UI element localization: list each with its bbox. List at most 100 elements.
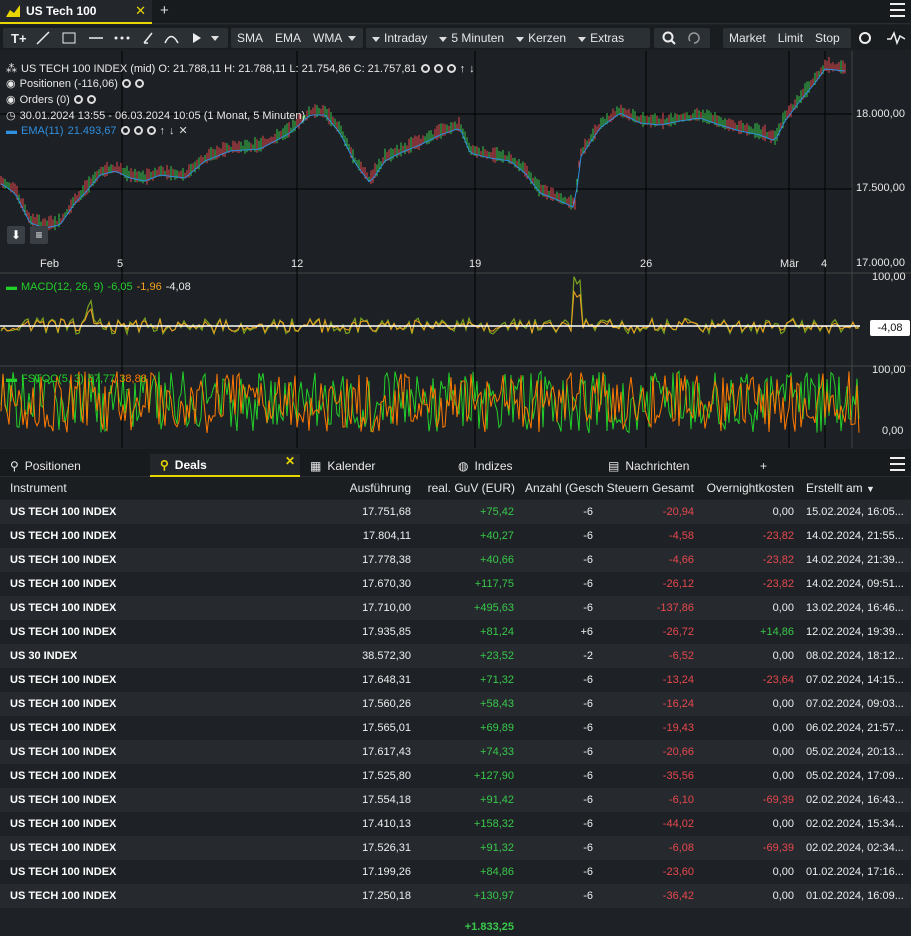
curve-tool-icon xyxy=(164,35,179,44)
created-at-cell: 08.02.2024, 18:12... xyxy=(806,650,904,662)
overnight-cost-cell: 0,00 xyxy=(772,698,794,710)
settings-icon[interactable] xyxy=(134,79,144,88)
table-row[interactable]: US TECH 100 INDEX 17.751,68 +75,42 -6 -20,94… xyxy=(0,500,911,524)
tax-cell: -19,43 xyxy=(662,722,694,734)
table-row[interactable]: US TECH 100 INDEX 17.648,31 +71,32 -6 -13,24… xyxy=(0,668,911,692)
created-at-cell: 13.02.2024, 16:46... xyxy=(806,602,904,614)
tab-indizes[interactable]: ◍ Indizes xyxy=(448,454,598,477)
col-overnight[interactable]: Overnightkosten xyxy=(707,481,794,495)
macd-label: MACD(12, 26, 9) xyxy=(21,281,104,293)
arrow-down-icon[interactable]: ↓ xyxy=(469,63,475,75)
close-icon[interactable]: ✕ xyxy=(179,124,188,137)
table-row[interactable]: US TECH 100 INDEX 17.560,26 +58,43 -6 -16,24… xyxy=(0,692,911,716)
table-row[interactable]: US TECH 100 INDEX 17.199,26 +84,86 -6 -23,60… xyxy=(0,860,911,884)
tax-cell: -44,02 xyxy=(662,818,694,830)
quantity-cell: -6 xyxy=(583,530,593,542)
tab-bar: US Tech 100 ✕ + xyxy=(0,0,911,24)
table-row[interactable]: US TECH 100 INDEX 17.804,11 +40,27 -6 -4,58 -… xyxy=(0,524,911,548)
quantity-cell: -6 xyxy=(583,746,593,758)
col-ausfuehrung[interactable]: Ausführung xyxy=(350,481,411,495)
tab-deals[interactable]: ⚲ Deals ✕ xyxy=(150,454,300,477)
extras-select[interactable]: Extras xyxy=(572,31,630,45)
tab-nachrichten[interactable]: ▤ Nachrichten xyxy=(598,454,748,477)
col-instrument[interactable]: Instrument xyxy=(10,481,67,495)
col-steuern[interactable]: Steuern Gesamt xyxy=(607,481,694,495)
market-order-button[interactable]: Market xyxy=(723,31,772,45)
tab-positionen[interactable]: ⚲ Positionen xyxy=(0,454,148,477)
tax-cell: -26,12 xyxy=(662,578,694,590)
eye-icon[interactable] xyxy=(73,95,83,104)
menu-icon[interactable] xyxy=(890,3,905,17)
link-icon[interactable] xyxy=(133,126,143,135)
eye-icon[interactable] xyxy=(420,64,430,73)
instrument-cell: US TECH 100 INDEX xyxy=(10,890,117,902)
tab-label: Positionen xyxy=(24,458,81,473)
eye-icon[interactable] xyxy=(120,126,130,135)
execution-price-cell: 17.410,13 xyxy=(362,818,411,830)
download-icon[interactable]: ⬇ xyxy=(7,226,25,244)
instrument-cell: US TECH 100 INDEX xyxy=(10,554,117,566)
ema-button[interactable]: EMA xyxy=(269,31,307,45)
table-row[interactable]: US TECH 100 INDEX 17.778,38 +40,66 -6 -4,66 -… xyxy=(0,548,911,572)
layers-icon[interactable]: ≡ xyxy=(30,226,48,244)
table-row[interactable]: US TECH 100 INDEX 17.935,85 +81,24 +6 -26,72… xyxy=(0,620,911,644)
arrow-up-icon[interactable]: ↑ xyxy=(160,125,166,137)
add-panel-tab-button[interactable]: + xyxy=(750,454,780,477)
execution-price-cell: 17.648,31 xyxy=(362,674,411,686)
fstoc-k-value: 57,77 xyxy=(87,373,116,385)
table-row[interactable]: US TECH 100 INDEX 17.526,31 +91,32 -6 -6,08 -… xyxy=(0,836,911,860)
sma-button[interactable]: SMA xyxy=(231,31,269,45)
table-row[interactable]: US TECH 100 INDEX 17.525,80 +127,90 -6 -35,5… xyxy=(0,764,911,788)
indicator-icon[interactable] xyxy=(887,30,906,46)
col-anzahl[interactable]: Anzahl (Geschl xyxy=(525,481,603,495)
table-row[interactable]: US TECH 100 INDEX 17.617,43 +74,33 -6 -20,66… xyxy=(0,740,911,764)
tax-cell: -16,24 xyxy=(662,698,694,710)
col-erstellt-label: Erstellt am xyxy=(806,481,863,495)
cursor-tool-icon xyxy=(193,33,201,43)
tab-us-tech-100[interactable]: US Tech 100 ✕ xyxy=(0,0,152,24)
x-tick: 4 xyxy=(821,258,828,270)
fstoc-info: ▬ FSTOC(5, 3) 57,77 38,88 xyxy=(6,373,147,385)
macd-top-tick: 100,00 xyxy=(872,271,906,283)
close-tab-icon[interactable]: ✕ xyxy=(135,3,146,19)
undo-icon[interactable] xyxy=(688,32,700,44)
settings-icon[interactable] xyxy=(86,95,96,104)
drawing-tools: T+ xyxy=(3,28,228,48)
period-select[interactable]: 5 Minuten xyxy=(433,31,510,45)
table-row[interactable]: US TECH 100 INDEX 17.710,00 +495,63 -6 -137,… xyxy=(0,596,911,620)
drawing-tool-icons[interactable]: T+ xyxy=(3,28,228,48)
arrow-up-icon[interactable]: ↑ xyxy=(460,63,466,75)
table-row[interactable]: US 30 INDEX 38.572,30 +23,52 -2 -6,52 0,00 08.… xyxy=(0,644,911,668)
menu-icon[interactable] xyxy=(890,457,905,471)
overnight-cost-cell: 0,00 xyxy=(772,866,794,878)
sort-desc-icon: ▼ xyxy=(866,484,875,494)
col-erstellt[interactable]: Erstellt am ▼ xyxy=(806,481,875,495)
chart-area[interactable]: ⁂ US TECH 100 INDEX (mid) O: 21.788,11 H… xyxy=(0,51,911,448)
chart-type-select[interactable]: Kerzen xyxy=(510,31,572,45)
col-guv[interactable]: real. GuV (EUR) xyxy=(428,481,515,495)
realized-pnl-cell: +75,42 xyxy=(480,506,514,518)
arrow-down-icon[interactable]: ↓ xyxy=(169,125,175,137)
chevron-down-icon[interactable] xyxy=(348,35,357,41)
table-row[interactable]: US TECH 100 INDEX 17.670,30 +117,75 -6 -26,1… xyxy=(0,572,911,596)
table-row[interactable]: US TECH 100 INDEX 17.554,18 +91,42 -6 -6,10 -… xyxy=(0,788,911,812)
table-row[interactable]: US TECH 100 INDEX 17.410,13 +158,32 -6 -44,0… xyxy=(0,812,911,836)
eye-icon[interactable] xyxy=(121,79,131,88)
stop-order-button[interactable]: Stop xyxy=(809,31,846,45)
settings-icon[interactable] xyxy=(146,126,156,135)
ema-value: 21.493,67 xyxy=(67,124,117,137)
settings-icon[interactable] xyxy=(446,64,456,73)
wma-button[interactable]: WMA xyxy=(307,31,348,45)
tax-cell: -6,52 xyxy=(668,650,694,662)
instrument-cell: US TECH 100 INDEX xyxy=(10,866,117,878)
link-icon[interactable] xyxy=(433,64,443,73)
interval-select[interactable]: Intraday xyxy=(366,31,433,45)
close-tab-icon[interactable]: ✕ xyxy=(285,454,295,468)
table-row[interactable]: US TECH 100 INDEX 17.565,01 +69,89 -6 -19,43… xyxy=(0,716,911,740)
settings-icon[interactable] xyxy=(859,32,871,44)
limit-order-button[interactable]: Limit xyxy=(772,31,809,45)
add-tab-button[interactable]: + xyxy=(160,2,169,19)
y-tick: 17.500,00 xyxy=(856,182,905,194)
tab-kalender[interactable]: ▦ Kalender xyxy=(300,454,448,477)
table-row[interactable]: US TECH 100 INDEX 17.250,18 +130,97 -6 -36,4… xyxy=(0,884,911,908)
